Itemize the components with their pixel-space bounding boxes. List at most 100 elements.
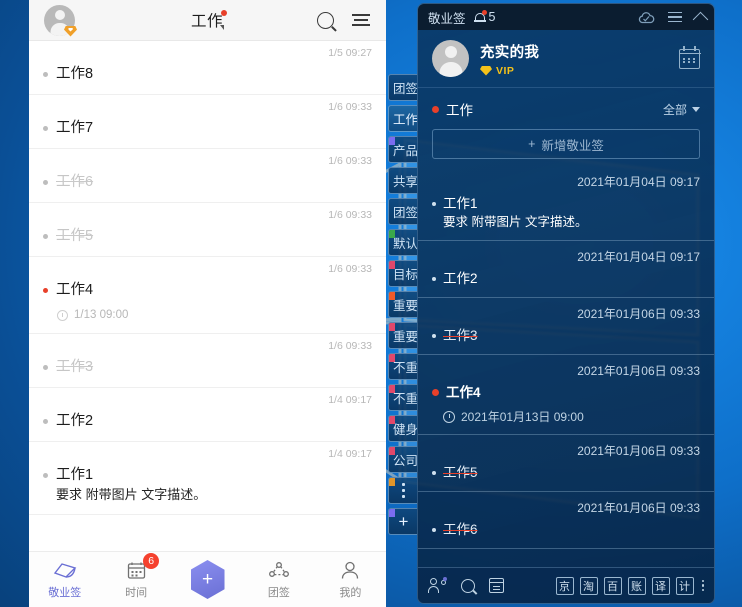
sidebar-tab-7[interactable]: 重要: [388, 291, 418, 318]
note-icon[interactable]: [488, 578, 505, 593]
tab-label: 团签: [393, 206, 418, 220]
add-icon[interactable]: +: [190, 560, 225, 599]
nav-item-time[interactable]: 6 时间: [100, 552, 171, 600]
tab-flag-icon: [389, 323, 395, 331]
calendar-icon[interactable]: [678, 45, 701, 69]
tab-label: 不重: [393, 361, 418, 375]
list-item[interactable]: 1/6 09:33 工作6: [29, 149, 386, 203]
window-titlebar[interactable]: 敬业签 5: [418, 4, 714, 30]
note-timestamp: 1/6 09:33: [328, 340, 372, 352]
sidebar-tab-11[interactable]: 健身: [388, 415, 418, 442]
sidebar-tab-5[interactable]: 默认: [388, 229, 418, 256]
note-reminder-text: 2021年01月13日 09:00: [461, 410, 584, 424]
list-item[interactable]: 1/6 09:33 工作4 1/13 09:00: [29, 257, 386, 334]
list-item[interactable]: 2021年01月04日 09:17 工作2: [418, 241, 714, 298]
sidebar-tab-3[interactable]: 共享: [388, 167, 418, 194]
tab-flag-icon: [389, 385, 395, 393]
note-title: 工作3: [443, 328, 478, 343]
shortcut-translate[interactable]: 译: [651, 576, 670, 595]
tab-flag-icon: [389, 261, 395, 269]
filter-dropdown[interactable]: 全部: [663, 101, 700, 118]
avatar-icon[interactable]: [432, 40, 469, 77]
app-bottom-toolbar: 京 淘 百 账 译 计: [418, 567, 714, 603]
user-name: 充实的我: [480, 44, 540, 61]
search-icon[interactable]: [461, 578, 475, 593]
list-item[interactable]: 1/5 09:27 工作8: [29, 41, 386, 95]
nav-item-label: 敬业签: [48, 586, 82, 599]
tab-label: 公司: [393, 454, 418, 468]
person-icon: [315, 560, 386, 581]
nav-item-add[interactable]: +: [172, 560, 243, 599]
note-timestamp: 2021年01月04日 09:17: [577, 175, 700, 189]
shortcut-jd[interactable]: 京: [555, 576, 574, 595]
sidebar-tab-1[interactable]: 工作: [388, 105, 418, 132]
shortcut-account[interactable]: 账: [627, 576, 646, 595]
notification-count: 5: [488, 10, 496, 24]
list-item[interactable]: 2021年01月04日 09:17 工作1 要求 附带图片 文字描述。: [418, 166, 714, 241]
sidebar-tab-12[interactable]: 公司: [388, 446, 418, 473]
sidebar-tab-9[interactable]: 不重: [388, 353, 418, 380]
note-timestamp: 2021年01月06日 09:33: [577, 444, 700, 458]
shortcut-calculator[interactable]: 计: [675, 576, 694, 595]
gem-icon: [480, 65, 492, 76]
bell-icon[interactable]: [473, 9, 487, 24]
tab-label: 目标: [393, 268, 418, 282]
nav-item-mine[interactable]: 我的: [315, 560, 386, 600]
note-timestamp: 1/4 09:17: [328, 394, 372, 406]
tab-strip-add-button[interactable]: +: [388, 508, 418, 535]
sidebar-tab-2[interactable]: 产品: [388, 136, 418, 163]
note-bullet-icon: [432, 202, 436, 206]
sidebar-tab-4[interactable]: 团签: [388, 198, 418, 225]
nav-item-notes[interactable]: 敬业签: [29, 560, 100, 600]
note-bullet-icon: [43, 473, 48, 478]
list-item[interactable]: 1/4 09:17 工作1 要求 附带图片 文字描述。: [29, 442, 386, 515]
note-reminder-text: 1/13 09:00: [74, 309, 129, 321]
phone-note-list[interactable]: 1/5 09:27 工作8 1/6 09:33 工作7 1/6 09:33 工作…: [29, 41, 386, 551]
category-header: 工作 全部: [418, 88, 714, 125]
note-title: 工作6: [56, 174, 94, 190]
note-title: 工作1: [56, 467, 94, 483]
tab-label: 健身: [393, 423, 418, 437]
note-timestamp: 2021年01月06日 09:33: [577, 501, 700, 515]
more-vertical-icon[interactable]: [701, 579, 704, 592]
tab-flag-icon: [389, 478, 395, 486]
sidebar-tab-6[interactable]: 目标: [388, 260, 418, 287]
hamburger-icon[interactable]: [668, 11, 682, 23]
note-title: 工作8: [56, 66, 94, 82]
add-note-label: 新增敬业签: [541, 138, 604, 153]
list-item[interactable]: 1/6 09:33 工作5: [29, 203, 386, 257]
list-item[interactable]: 2021年01月06日 09:33 工作3: [418, 298, 714, 355]
search-icon[interactable]: [317, 11, 334, 29]
note-reminder: 1/13 09:00: [57, 309, 372, 321]
nav-item-group[interactable]: 团签: [243, 560, 314, 600]
note-description: 要求 附带图片 文字描述。: [56, 487, 207, 502]
note-bullet-icon: [432, 334, 436, 338]
list-item[interactable]: 1/6 09:33 工作7: [29, 95, 386, 149]
tab-flag-icon: [389, 292, 395, 300]
category-tab-strip[interactable]: 团签 工作 产品 共享 团签 默认 目标 重要 重要 不重 不重 健身 公司 +: [386, 0, 418, 607]
note-timestamp: 1/6 09:33: [328, 101, 372, 113]
list-item[interactable]: 1/4 09:17 工作2: [29, 388, 386, 442]
note-bullet-icon: [43, 126, 48, 131]
chevron-up-icon[interactable]: [692, 11, 709, 27]
sidebar-tab-0[interactable]: 团签: [388, 74, 418, 101]
calendar-icon: 6: [100, 552, 171, 581]
app-note-list[interactable]: 2021年01月04日 09:17 工作1 要求 附带图片 文字描述。 2021…: [418, 166, 714, 566]
shortcut-baidu[interactable]: 百: [603, 576, 622, 595]
user-profile-row[interactable]: 充实的我 VIP: [418, 30, 714, 88]
tab-strip-more-button[interactable]: [388, 477, 418, 504]
list-item[interactable]: 2021年01月06日 09:33 工作4 2021年01月13日 09:00: [418, 355, 714, 435]
category-name: 工作: [446, 103, 473, 118]
shortcut-taobao[interactable]: 淘: [579, 576, 598, 595]
add-note-button[interactable]: + 新增敬业签: [432, 129, 700, 159]
contacts-icon[interactable]: [428, 577, 447, 593]
sidebar-tab-8[interactable]: 重要: [388, 322, 418, 349]
cloud-sync-icon[interactable]: [638, 11, 655, 23]
plus-icon: +: [528, 137, 536, 151]
note-timestamp: 1/6 09:33: [328, 155, 372, 167]
list-item[interactable]: 2021年01月06日 09:33 工作6: [418, 492, 714, 549]
sidebar-tab-10[interactable]: 不重: [388, 384, 418, 411]
note-bullet-icon: [43, 288, 48, 293]
list-item[interactable]: 1/6 09:33 工作3: [29, 334, 386, 388]
list-item[interactable]: 2021年01月06日 09:33 工作5: [418, 435, 714, 492]
